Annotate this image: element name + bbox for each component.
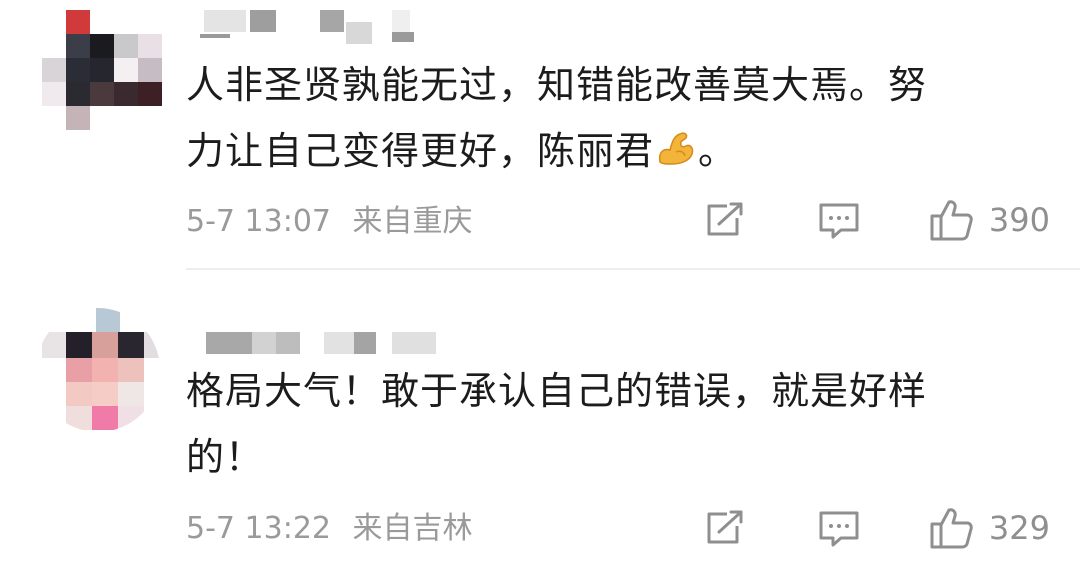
thumbs-up-icon (930, 508, 973, 549)
comment-meta: 5-7 13:22 来自吉林 (186, 509, 485, 549)
share-button[interactable] (703, 508, 747, 548)
comment-location: 来自重庆 (352, 204, 473, 239)
avatar[interactable] (42, 10, 162, 130)
like-count: 390 (988, 201, 1050, 239)
like-count: 329 (988, 509, 1050, 547)
avatar[interactable] (36, 308, 160, 432)
comment-text-segment: 。 (698, 129, 738, 173)
share-icon (707, 202, 743, 236)
flexed-biceps-icon (658, 132, 694, 165)
comment-actions: 390 (703, 198, 1050, 242)
comment-text-line: 人非圣贤孰能无过，知错能改善莫大焉。努 (186, 63, 928, 107)
comment-text-segment: 力让自己变得更好，陈丽君 (186, 129, 655, 173)
like-button[interactable]: 390 (929, 198, 1050, 242)
comment-time: 5-7 13:22 (186, 511, 331, 546)
comment-meta: 5-7 13:07 来自重庆 (186, 202, 485, 242)
divider (186, 268, 1080, 270)
share-button[interactable] (703, 200, 747, 240)
comment-text: 格局大气！敢于承认自己的错误，就是好样 的！ (186, 358, 1056, 490)
comment-text: 人非圣贤孰能无过，知错能改善莫大焉。努 力让自己变得更好，陈丽君 。 (186, 52, 1056, 184)
comment-text-line: 格局大气！敢于承认自己的错误，就是好样 (186, 369, 928, 413)
comment-icon (819, 203, 859, 239)
comment-actions: 329 (703, 506, 1050, 550)
like-button[interactable]: 329 (929, 506, 1050, 550)
comment-icon (819, 511, 859, 547)
comment-location: 来自吉林 (352, 511, 473, 546)
reply-button[interactable] (817, 200, 861, 240)
comment-time: 5-7 13:07 (186, 204, 331, 239)
comment-text-line: 力让自己变得更好，陈丽君 。 (186, 118, 1056, 184)
share-icon (707, 510, 743, 544)
thumbs-up-icon (930, 200, 973, 241)
comment-item: 人非圣贤孰能无过，知错能改善莫大焉。努 力让自己变得更好，陈丽君 。 5-7 1… (0, 0, 1080, 270)
comment-text-line: 的！ (186, 435, 265, 479)
reply-button[interactable] (817, 508, 861, 548)
